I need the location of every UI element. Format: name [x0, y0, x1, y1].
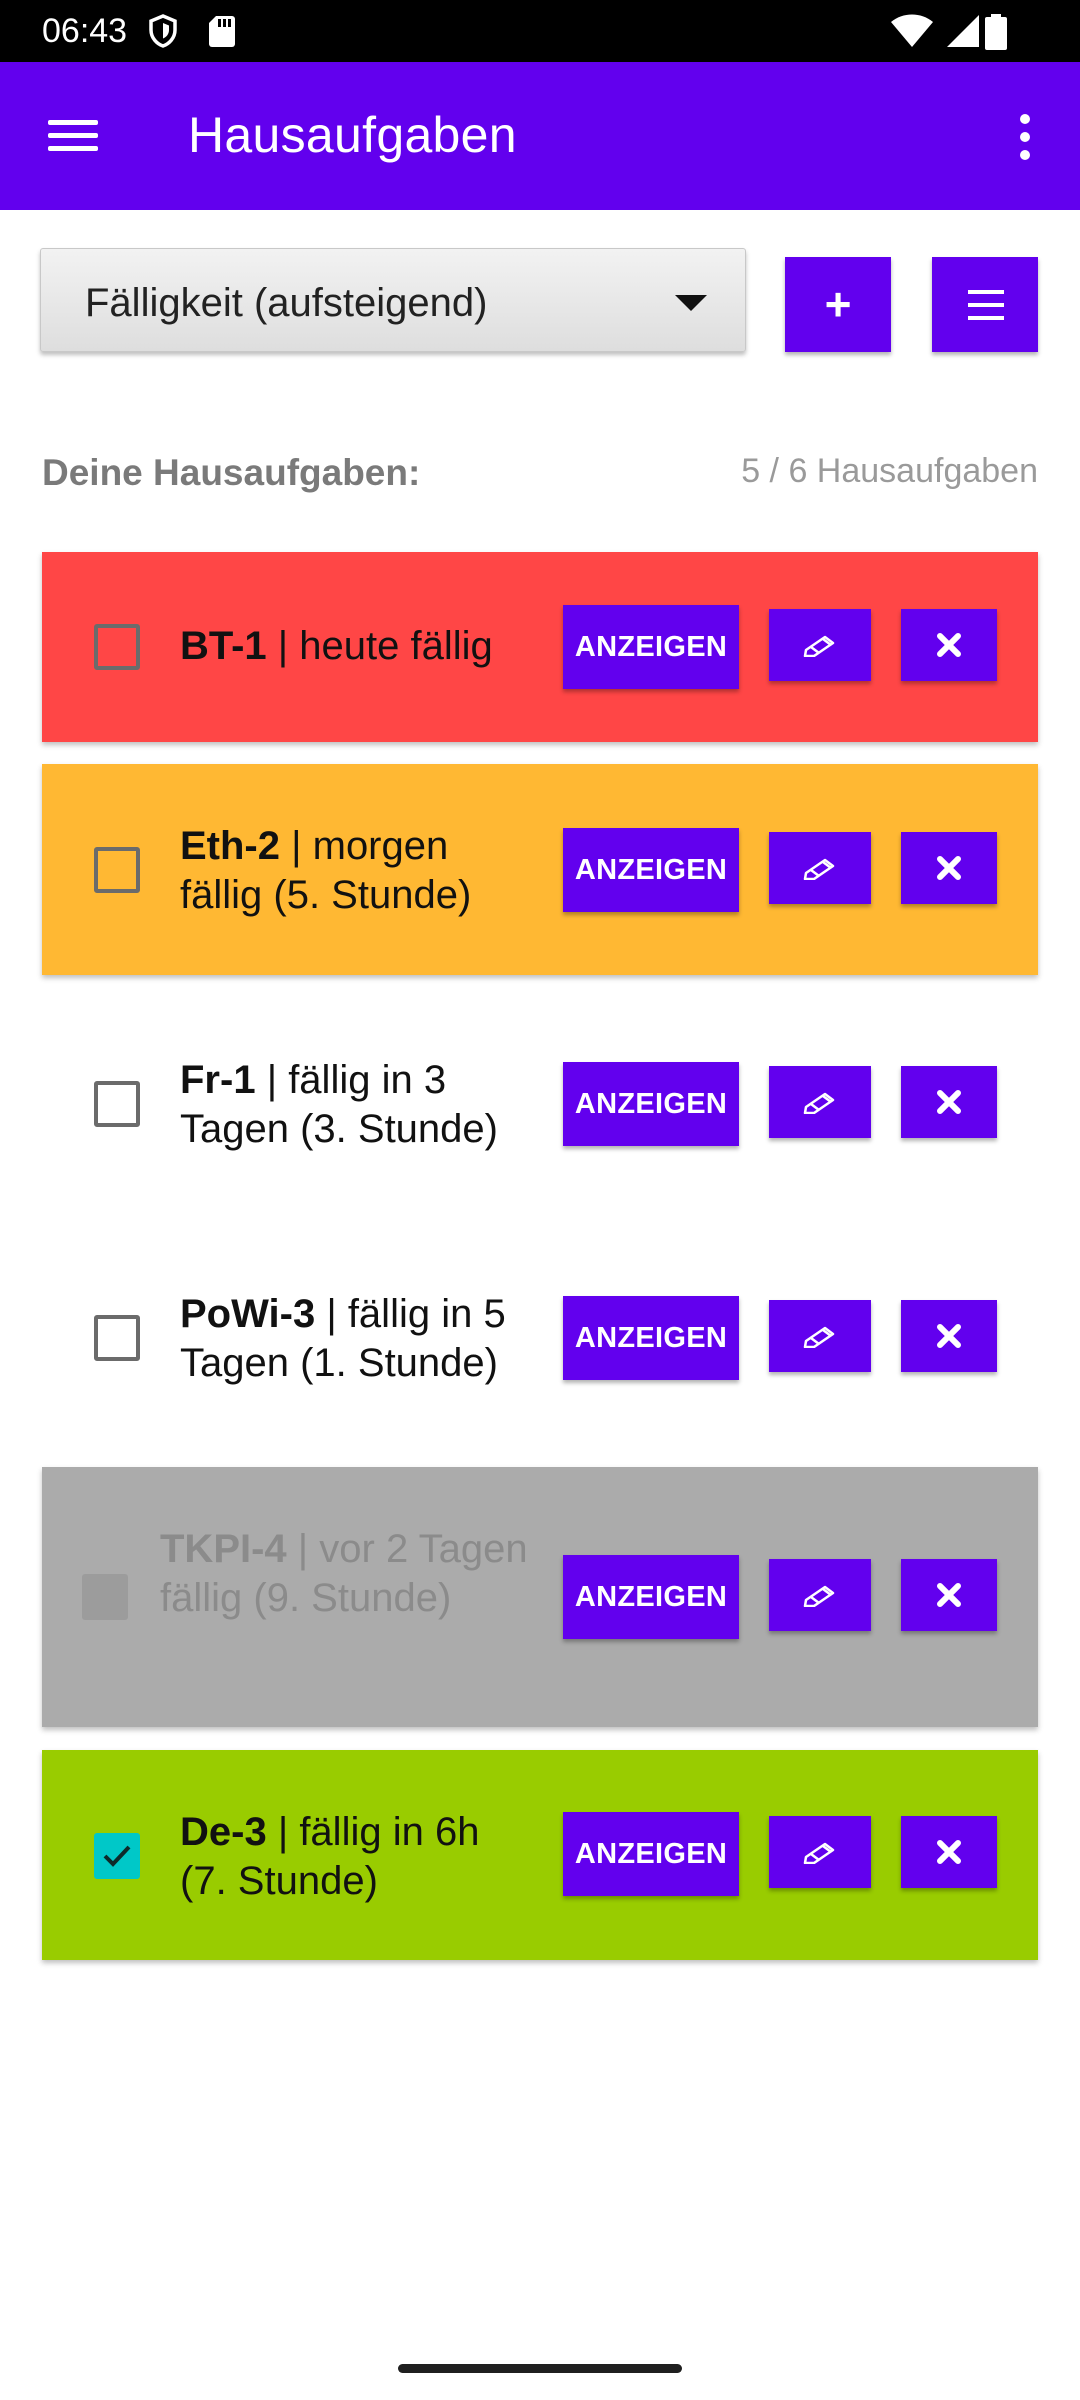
status-time: 06:43 [42, 12, 128, 50]
homework-card: Eth-2 | morgen fällig (5. Stunde) ANZEIG… [42, 764, 1038, 975]
delete-button[interactable] [901, 1300, 997, 1372]
homework-subject: TKPI-4 [160, 1527, 287, 1571]
pencil-icon [803, 635, 835, 657]
delete-button[interactable] [901, 1066, 997, 1138]
dropdown-arrow-icon [675, 295, 707, 311]
overflow-menu-icon[interactable] [1004, 100, 1044, 172]
homework-due: | heute fällig [266, 624, 493, 668]
homework-subject: BT-1 [180, 624, 267, 668]
edit-button[interactable] [769, 1816, 871, 1888]
homework-card: Fr-1 | fällig in 3 Tagen (3. Stunde) ANZ… [42, 996, 1038, 1216]
list-menu-button[interactable] [932, 257, 1038, 352]
sort-dropdown[interactable]: Fälligkeit (aufsteigend) [40, 248, 746, 352]
show-button[interactable]: ANZEIGEN [563, 1296, 739, 1380]
homework-subject: Fr-1 [180, 1058, 256, 1102]
delete-button[interactable] [901, 609, 997, 681]
homework-card: PoWi-3 | fällig in 5 Tagen (1. Stunde) A… [42, 1230, 1038, 1450]
close-icon [937, 856, 961, 880]
homework-text: BT-1 | heute fällig [180, 622, 530, 671]
add-homework-button[interactable]: + [785, 257, 891, 352]
delete-button[interactable] [901, 1559, 997, 1631]
signal-icon [947, 15, 979, 47]
homework-subject: Eth-2 [180, 824, 280, 868]
show-button[interactable]: ANZEIGEN [563, 1812, 739, 1896]
home-indicator[interactable] [398, 2364, 682, 2373]
edit-button[interactable] [769, 832, 871, 904]
homework-text: De-3 | fällig in 6h (7. Stunde) [180, 1808, 530, 1906]
delete-button[interactable] [901, 1816, 997, 1888]
edit-button[interactable] [769, 1559, 871, 1631]
show-button[interactable]: ANZEIGEN [563, 828, 739, 912]
close-icon [937, 1324, 961, 1348]
homework-card: TKPI-4 | vor 2 Tagen fällig (9. Stunde) … [42, 1467, 1038, 1727]
done-checkbox[interactable] [94, 1833, 140, 1879]
homework-text: TKPI-4 | vor 2 Tagen fällig (9. Stunde) [160, 1525, 530, 1623]
homework-subject: De-3 [180, 1810, 267, 1854]
edit-button[interactable] [769, 609, 871, 681]
homework-card: BT-1 | heute fällig ANZEIGEN [42, 552, 1038, 742]
app-bar: Hausaufgaben [0, 62, 1080, 210]
homework-text: Fr-1 | fällig in 3 Tagen (3. Stunde) [180, 1056, 530, 1154]
pencil-icon [803, 1092, 835, 1114]
pencil-icon [803, 858, 835, 880]
page-title: Hausaufgaben [188, 107, 517, 163]
close-icon [937, 1583, 961, 1607]
delete-button[interactable] [901, 832, 997, 904]
shield-icon [149, 14, 177, 48]
done-checkbox[interactable] [94, 1081, 140, 1127]
edit-button[interactable] [769, 1066, 871, 1138]
wifi-icon [891, 14, 933, 47]
done-checkbox[interactable] [82, 1574, 128, 1620]
homework-count: 5 / 6 Hausaufgaben [741, 452, 1038, 490]
menu-icon[interactable] [36, 102, 108, 166]
done-checkbox[interactable] [94, 624, 140, 670]
checkmark-icon [103, 1845, 131, 1867]
pencil-icon [803, 1326, 835, 1348]
edit-button[interactable] [769, 1300, 871, 1372]
close-icon [937, 633, 961, 657]
list-title: Deine Hausaufgaben: [42, 452, 421, 493]
homework-subject: PoWi-3 [180, 1292, 316, 1336]
homework-text: PoWi-3 | fällig in 5 Tagen (1. Stunde) [180, 1290, 530, 1388]
close-icon [937, 1090, 961, 1114]
done-checkbox[interactable] [94, 847, 140, 893]
done-checkbox[interactable] [94, 1315, 140, 1361]
homework-card: De-3 | fällig in 6h (7. Stunde) ANZEIGEN [42, 1750, 1038, 1960]
status-bar: 06:43 [0, 0, 1080, 62]
show-button[interactable]: ANZEIGEN [563, 605, 739, 689]
battery-icon [985, 14, 1007, 50]
show-button[interactable]: ANZEIGEN [563, 1555, 739, 1639]
list-icon [968, 290, 1004, 294]
close-icon [937, 1840, 961, 1864]
homework-text: Eth-2 | morgen fällig (5. Stunde) [180, 822, 530, 920]
pencil-icon [803, 1585, 835, 1607]
sort-selected-value: Fälligkeit (aufsteigend) [85, 281, 488, 325]
show-button[interactable]: ANZEIGEN [563, 1062, 739, 1146]
sd-card-icon [209, 16, 235, 47]
pencil-icon [803, 1842, 835, 1864]
